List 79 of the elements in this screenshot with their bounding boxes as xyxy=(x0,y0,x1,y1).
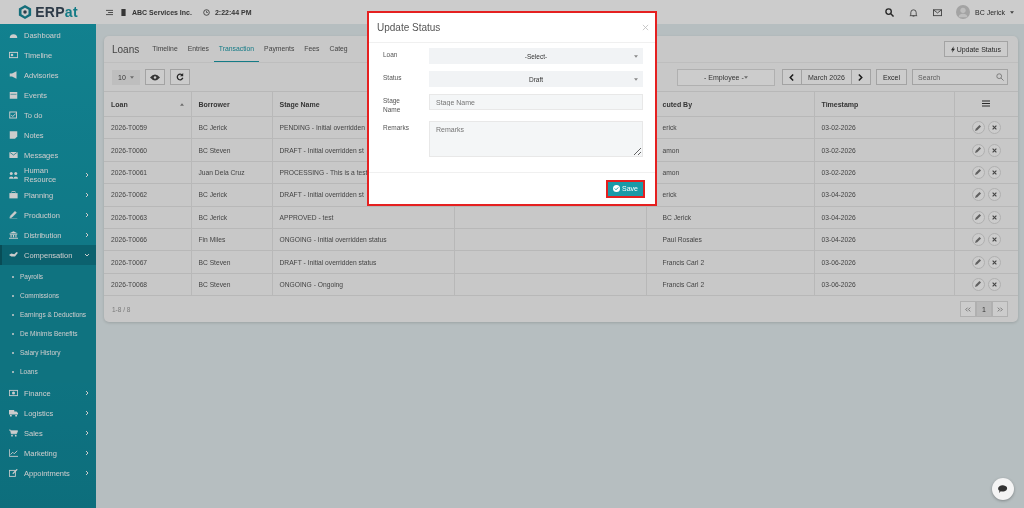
chevron-right-icon xyxy=(858,73,864,81)
delete-button[interactable] xyxy=(987,121,1001,135)
delete-button[interactable] xyxy=(987,255,1001,269)
edit-button[interactable] xyxy=(971,188,985,202)
building-icon xyxy=(120,8,127,16)
delete-button[interactable] xyxy=(987,143,1001,157)
eye-icon xyxy=(150,73,160,81)
pencil-icon xyxy=(975,124,982,131)
bolt-icon xyxy=(950,45,955,53)
close-icon xyxy=(991,125,997,131)
chevron-left-icon xyxy=(789,73,795,81)
delete-button[interactable] xyxy=(987,277,1001,291)
card-icon xyxy=(9,51,18,59)
bell-icon[interactable] xyxy=(909,7,919,17)
edit-icon xyxy=(9,469,18,477)
speech-bubble-icon xyxy=(997,484,1009,494)
truck-icon xyxy=(9,409,18,417)
close-icon xyxy=(991,147,997,153)
gauge-icon xyxy=(9,31,18,39)
delete-button[interactable] xyxy=(987,210,1001,224)
briefcase-icon xyxy=(9,191,18,199)
close-icon xyxy=(991,259,997,265)
previous-month-button[interactable] xyxy=(781,69,802,85)
menu-icon[interactable] xyxy=(982,100,991,107)
search-icon xyxy=(996,73,1004,81)
caret-icon xyxy=(129,75,134,79)
refresh-button[interactable] xyxy=(170,69,190,85)
checkbox-icon xyxy=(9,111,18,119)
envelope-icon xyxy=(9,151,18,159)
caret-icon xyxy=(634,54,638,58)
edit-button[interactable] xyxy=(971,255,985,269)
hand-money-icon xyxy=(9,251,18,259)
check-circle-icon xyxy=(613,185,621,192)
pencil-icon xyxy=(975,236,982,243)
refresh-icon xyxy=(176,73,184,81)
close-icon xyxy=(991,237,997,243)
delete-button[interactable] xyxy=(987,233,1001,247)
visibility-button[interactable] xyxy=(145,69,165,85)
menu-icon[interactable] xyxy=(106,8,113,16)
edit-button[interactable] xyxy=(971,165,985,179)
note-icon xyxy=(9,131,18,139)
pencil-icon xyxy=(975,214,982,221)
page-title: Loans xyxy=(112,43,140,55)
clock-icon xyxy=(202,8,210,16)
close-icon xyxy=(991,281,997,287)
delete-button[interactable] xyxy=(987,188,1001,202)
money-icon xyxy=(9,389,18,397)
cart-icon xyxy=(9,429,18,437)
pencil-icon xyxy=(975,147,982,154)
search-icon[interactable] xyxy=(885,7,895,17)
close-icon xyxy=(991,192,997,198)
pencil-icon xyxy=(975,281,982,288)
next-month-button[interactable] xyxy=(850,69,871,85)
caret-icon xyxy=(634,77,638,81)
edit-button[interactable] xyxy=(971,121,985,135)
pencil-icon xyxy=(975,259,982,266)
logo-icon xyxy=(18,5,33,19)
people-icon xyxy=(9,171,18,179)
megaphone-icon xyxy=(9,71,18,79)
double-chevron-left-icon xyxy=(965,306,971,312)
double-chevron-right-icon xyxy=(997,306,1003,312)
edit-button[interactable] xyxy=(971,233,985,247)
envelope-icon[interactable] xyxy=(933,7,943,17)
pencil-icon xyxy=(975,191,982,198)
close-icon xyxy=(991,169,997,175)
bank-icon xyxy=(9,231,18,239)
dialog-title: Update Status xyxy=(377,22,441,33)
edit-button[interactable] xyxy=(971,277,985,291)
caret-icon xyxy=(743,75,748,79)
edit-button[interactable] xyxy=(971,143,985,157)
pen-icon xyxy=(9,211,18,219)
close-icon xyxy=(991,214,997,220)
pencil-icon xyxy=(975,169,982,176)
caret-icon[interactable] xyxy=(1010,10,1014,14)
edit-button[interactable] xyxy=(971,210,985,224)
line-chart-icon xyxy=(9,449,18,457)
logo-text: ERPat xyxy=(35,4,78,20)
delete-button[interactable] xyxy=(987,165,1001,179)
calendar-icon xyxy=(9,91,18,99)
